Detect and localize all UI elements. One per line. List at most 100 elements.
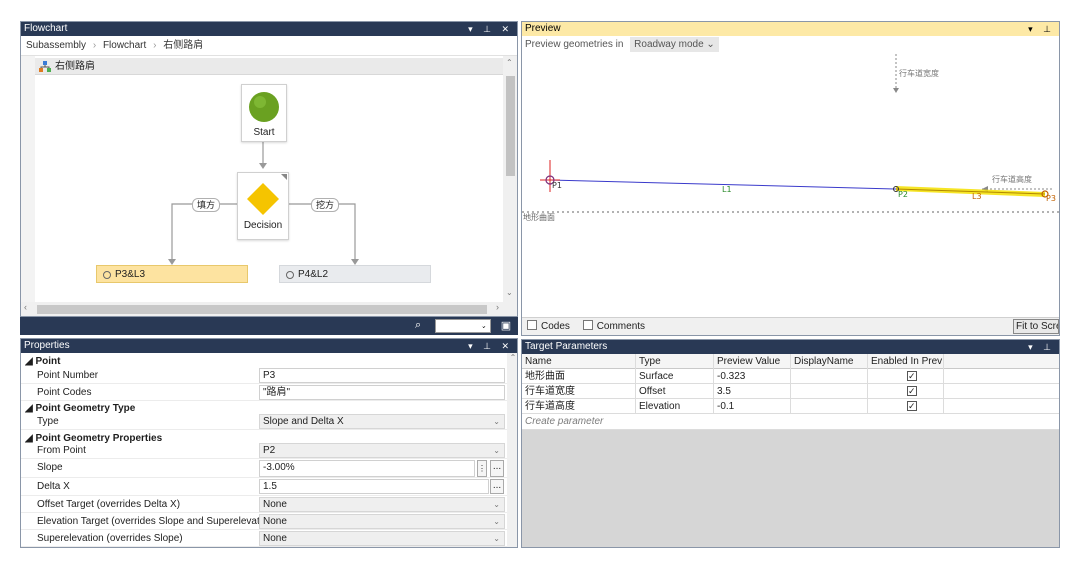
param-enabled-cell — [868, 399, 944, 414]
preview-mode-label: Preview geometries in — [525, 39, 624, 50]
param-type: Offset — [636, 384, 714, 399]
prop-label: Point Number — [37, 370, 99, 381]
param-display-name[interactable] — [791, 369, 868, 384]
branch-label-cut[interactable]: 挖方 — [311, 198, 340, 212]
prop-row-superelevation: Superelevation (overrides Slope) None ⌄ — [21, 530, 517, 547]
lane-width-label: 行车道宽度 — [899, 68, 939, 78]
decision-node-label: Decision — [243, 220, 283, 231]
scrollbar-thumb[interactable] — [37, 305, 487, 314]
ellipsis-button[interactable]: ... — [490, 479, 504, 494]
column-header-display-name[interactable]: DisplayName — [791, 354, 868, 369]
enabled-checkbox[interactable] — [907, 369, 917, 384]
point-codes-field[interactable]: "路肩" — [259, 385, 505, 400]
elevation-target-value: None — [263, 516, 287, 527]
column-header-enabled[interactable]: Enabled In Prev — [868, 354, 944, 369]
point-p1-label: P1 — [552, 181, 562, 190]
enabled-checkbox[interactable] — [907, 399, 917, 414]
preview-mode-select[interactable]: Roadway mode ⌄ — [630, 37, 719, 52]
branch-label-fill[interactable]: 填方 — [192, 198, 221, 212]
param-display-name[interactable] — [791, 399, 868, 414]
point-number-field[interactable]: P3 — [259, 368, 505, 383]
table-row[interactable]: 行车道宽度 Offset 3.5 — [522, 384, 1059, 399]
superelevation-value: None — [263, 533, 287, 544]
fit-view-icon[interactable]: ⛶ — [479, 319, 493, 333]
table-row[interactable]: 地形曲面 Surface -0.323 — [522, 369, 1059, 384]
column-header-name[interactable]: Name — [522, 354, 636, 369]
decision-node[interactable]: Decision — [237, 172, 289, 240]
spin-icon[interactable]: ⋮ — [477, 460, 487, 477]
chevron-right-icon[interactable]: › — [496, 302, 499, 312]
chevron-down-icon: ⌄ — [493, 500, 500, 509]
target-parameters-pane: Target Parameters ▾ ⊥ Name Type Preview … — [521, 339, 1060, 548]
prop-label: Elevation Target (overrides Slope and Su… — [37, 516, 259, 527]
prop-row-point-codes: Point Codes "路肩" — [21, 384, 517, 401]
link-l3-label: L3 — [972, 192, 982, 201]
preview-titlebar: Preview ▾ ⊥ — [522, 22, 1059, 36]
table-row[interactable]: 行车道高度 Elevation -0.1 — [522, 399, 1059, 414]
vertical-scrollbar[interactable]: ⌃ ⌄ — [503, 56, 517, 302]
corner-marker-icon — [281, 174, 287, 180]
param-display-name[interactable] — [791, 384, 868, 399]
breadcrumb-item-flowchart[interactable]: Flowchart — [103, 40, 146, 51]
codes-checkbox[interactable] — [527, 320, 537, 330]
prop-label: Delta X — [37, 481, 70, 492]
flowchart-canvas[interactable]: 右侧路肩 Start Decision 填方 挖方 P3&L3 P4&L2 ⌃ … — [21, 56, 517, 316]
chevron-right-icon: › — [92, 40, 97, 51]
breadcrumb-item-current[interactable]: 右侧路肩 — [163, 40, 203, 51]
create-parameter-label[interactable]: Create parameter — [522, 416, 603, 427]
pane-controls[interactable]: ▾ ⊥ — [1028, 22, 1055, 36]
enabled-checkbox[interactable] — [907, 384, 917, 399]
param-preview-value[interactable]: -0.323 — [714, 369, 791, 384]
search-icon[interactable]: ⌕ — [415, 319, 421, 332]
slope-field[interactable]: -3.00% — [259, 460, 475, 477]
fit-to-screen-button[interactable]: Fit to Scre — [1013, 319, 1059, 334]
column-header-type[interactable]: Type — [636, 354, 714, 369]
comments-option[interactable]: Comments — [582, 320, 645, 332]
pane-controls[interactable]: ▾ ⊥ ✕ — [468, 22, 513, 36]
type-value: Slope and Delta X — [263, 416, 344, 427]
pane-controls[interactable]: ▾ ⊥ ✕ — [468, 339, 513, 353]
column-header-preview-value[interactable]: Preview Value — [714, 354, 791, 369]
ellipsis-button[interactable]: ... — [490, 460, 504, 477]
delta-x-field[interactable]: 1.5 — [259, 479, 489, 494]
chevron-down-icon: ⌄ — [706, 39, 715, 50]
create-parameter-row[interactable]: Create parameter — [522, 414, 1059, 430]
breadcrumb-item-subassembly[interactable]: Subassembly — [26, 40, 86, 51]
result-node-p3-l3[interactable]: P3&L3 — [96, 265, 248, 283]
prop-label: Point Codes — [37, 387, 92, 398]
result-node-p4-l2[interactable]: P4&L2 — [279, 265, 431, 283]
codes-option[interactable]: Codes — [527, 320, 570, 332]
horizontal-scrollbar[interactable]: ‹ › — [21, 302, 517, 316]
chevron-down-icon: ⌄ — [493, 446, 500, 455]
flowchart-pane: Flowchart ▾ ⊥ ✕ Subassembly › Flowchart … — [20, 21, 518, 317]
prop-row-from-point: From Point P2 ⌄ — [21, 442, 517, 459]
chevron-right-icon: › — [153, 40, 157, 51]
from-point-select[interactable]: P2 ⌄ — [259, 443, 505, 458]
offset-target-select[interactable]: None ⌄ — [259, 497, 505, 512]
lane-height-label: 行车道高度 — [992, 174, 1032, 184]
param-preview-value[interactable]: -0.1 — [714, 399, 791, 414]
overview-icon[interactable]: ▣ — [499, 319, 513, 333]
collapse-icon[interactable]: ◢ — [25, 356, 35, 367]
point-p2-label: P2 — [898, 190, 908, 199]
start-node-icon — [249, 92, 279, 122]
preview-canvas[interactable]: 行车道宽度 地形曲面 行车道高度 L1 L3 P1 P2 P3 — [522, 54, 1059, 317]
superelevation-select[interactable]: None ⌄ — [259, 531, 505, 546]
prop-row-delta-x: Delta X 1.5 ... — [21, 478, 517, 496]
type-select[interactable]: Slope and Delta X ⌄ — [259, 414, 505, 429]
preview-pane: Preview ▾ ⊥ Preview geometries in Roadwa… — [521, 21, 1060, 336]
properties-title: Properties — [24, 340, 70, 351]
chevron-down-icon: ⌄ — [493, 534, 500, 543]
prop-row-point-number: Point Number P3 — [21, 367, 517, 384]
elevation-target-select[interactable]: None ⌄ — [259, 514, 505, 529]
chevron-up-icon[interactable]: ⌃ — [507, 353, 517, 362]
chevron-down-icon[interactable]: ⌄ — [506, 288, 513, 297]
chevron-left-icon[interactable]: ‹ — [24, 302, 27, 312]
comments-checkbox[interactable] — [582, 320, 593, 330]
param-preview-value[interactable]: 3.5 — [714, 384, 791, 399]
chevron-up-icon[interactable]: ⌃ — [506, 58, 513, 67]
pane-controls[interactable]: ▾ ⊥ — [1028, 340, 1055, 354]
scrollbar-thumb[interactable] — [506, 76, 515, 176]
start-node[interactable]: Start — [241, 84, 287, 142]
properties-scrollbar[interactable]: ⌃ — [507, 353, 517, 547]
